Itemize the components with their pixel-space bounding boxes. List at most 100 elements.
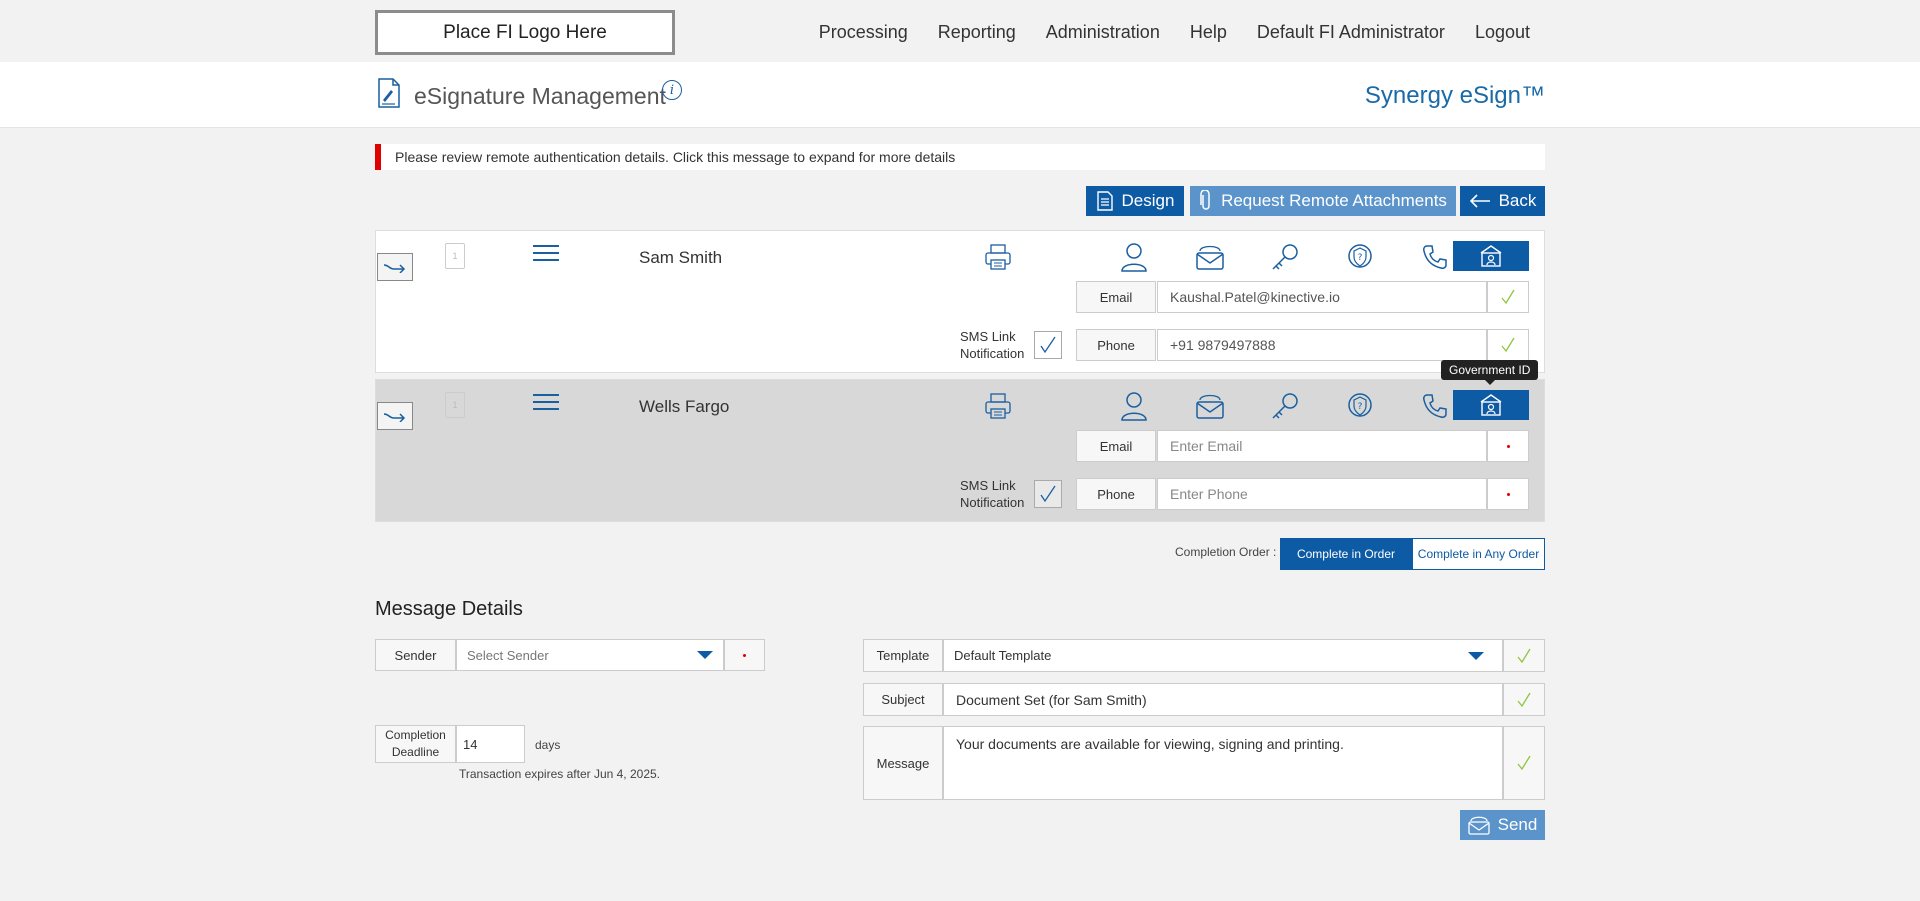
request-remote-attachments-button[interactable]: Request Remote Attachments — [1190, 186, 1456, 216]
template-select[interactable]: Default Template — [943, 639, 1503, 672]
remote-auth-alert[interactable]: Please review remote authentication deta… — [375, 144, 1545, 170]
back-button-label: Back — [1498, 191, 1537, 210]
send-button-label: Send — [1497, 815, 1538, 834]
sender-select-value: Select Sender — [467, 647, 549, 663]
email-label: Email — [1076, 430, 1156, 462]
chevron-down-icon — [697, 651, 713, 659]
envelope-icon[interactable] — [1188, 388, 1232, 424]
document-list-icon — [1096, 191, 1113, 211]
design-button[interactable]: Design — [1086, 186, 1184, 216]
template-label: Template — [863, 639, 943, 672]
email-field[interactable]: Enter Email — [1157, 430, 1487, 462]
deadline-label-line1: Completion — [385, 728, 446, 742]
recipient-card: 1 Wells Fargo ? SMS Link Notification Em… — [375, 379, 1545, 522]
email-label: Email — [1076, 281, 1156, 313]
phone-label: Phone — [1076, 329, 1156, 361]
routing-button[interactable] — [377, 402, 413, 430]
phone-field[interactable]: +91 9879497888 — [1157, 329, 1487, 361]
expiry-note: Transaction expires after Jun 4, 2025. — [459, 767, 660, 781]
sms-label-line2: Notification — [960, 495, 1025, 510]
message-valid-icon — [1503, 726, 1545, 800]
phone-valid-icon — [1487, 329, 1529, 361]
routing-button[interactable] — [377, 253, 413, 281]
page-count-icon: 1 — [445, 243, 465, 269]
template-select-value: Default Template — [954, 648, 1052, 663]
user-icon[interactable] — [1112, 239, 1156, 275]
printer-icon[interactable] — [984, 243, 1012, 271]
back-button[interactable]: Back — [1460, 186, 1545, 216]
template-valid-icon — [1503, 639, 1545, 672]
envelope-icon — [1467, 816, 1490, 835]
government-id-button[interactable] — [1453, 241, 1529, 271]
shield-question-icon[interactable]: ? — [1338, 388, 1382, 424]
complete-any-order-toggle[interactable]: Complete in Any Order — [1412, 538, 1545, 570]
message-label: Message — [863, 726, 943, 800]
sms-notification-checkbox[interactable] — [1034, 480, 1062, 508]
phone-icon[interactable] — [1413, 388, 1457, 424]
nav-user-menu[interactable]: Default FI Administrator — [1257, 22, 1445, 43]
chevron-down-icon — [1468, 651, 1484, 660]
nav-help[interactable]: Help — [1190, 22, 1227, 43]
fi-logo-placeholder: Place FI Logo Here — [375, 10, 675, 55]
completion-order-label: Completion Order : — [1175, 545, 1277, 559]
completion-deadline-input[interactable]: 14 — [456, 725, 525, 763]
sender-select[interactable]: Select Sender — [456, 639, 724, 671]
sms-notification-label: SMS Link Notification — [960, 477, 1024, 511]
nav-reporting[interactable]: Reporting — [938, 22, 1016, 43]
envelope-icon[interactable] — [1188, 239, 1232, 275]
arrow-left-icon — [1469, 194, 1490, 208]
shield-question-icon[interactable]: ? — [1338, 239, 1382, 275]
recipient-name: Wells Fargo — [639, 397, 730, 416]
sms-notification-label: SMS Link Notification — [960, 328, 1024, 362]
header-band — [0, 62, 1920, 128]
sender-required-indicator — [724, 639, 765, 671]
completion-deadline-label: Completion Deadline — [375, 725, 456, 763]
nav-logout[interactable]: Logout — [1475, 22, 1530, 43]
info-icon[interactable]: i — [662, 80, 682, 100]
drag-handle-icon[interactable] — [533, 245, 559, 261]
svg-text:?: ? — [1358, 253, 1363, 263]
subject-label: Subject — [863, 683, 943, 716]
government-id-icon — [1480, 245, 1502, 267]
message-textarea[interactable]: Your documents are available for viewing… — [943, 726, 1503, 800]
sms-label-line1: SMS Link — [960, 478, 1016, 493]
deadline-unit: days — [535, 738, 561, 752]
routing-arrow-icon — [383, 413, 406, 422]
sms-notification-checkbox[interactable] — [1034, 331, 1062, 359]
drag-handle-icon[interactable] — [533, 394, 559, 410]
email-field[interactable]: Kaushal.Patel@kinective.io — [1157, 281, 1487, 313]
top-nav: Processing Reporting Administration Help… — [819, 22, 1530, 43]
page-count-icon: 1 — [445, 392, 465, 418]
design-button-label: Design — [1121, 191, 1175, 210]
government-id-icon — [1480, 394, 1502, 416]
nav-processing[interactable]: Processing — [819, 22, 908, 43]
brand-name: Synergy eSign™ — [1364, 82, 1545, 109]
government-id-tooltip: Government ID — [1441, 360, 1539, 385]
email-required-indicator — [1487, 430, 1529, 462]
key-icon[interactable] — [1263, 239, 1307, 275]
subject-input[interactable]: Document Set (for Sam Smith) — [943, 683, 1503, 716]
email-valid-icon — [1487, 281, 1529, 313]
recipient-card: 1 Sam Smith ? Email Kaushal.Patel@kinect… — [375, 230, 1545, 373]
complete-in-order-toggle[interactable]: Complete in Order — [1280, 538, 1412, 570]
user-icon[interactable] — [1112, 388, 1156, 424]
esignature-document-icon — [378, 78, 400, 108]
sender-label: Sender — [375, 639, 456, 671]
government-id-button[interactable] — [1453, 390, 1529, 420]
recipient-name: Sam Smith — [639, 248, 723, 267]
svg-text:?: ? — [1358, 402, 1363, 412]
sms-label-line2: Notification — [960, 346, 1025, 361]
paperclip-icon — [1200, 190, 1210, 210]
key-icon[interactable] — [1263, 388, 1307, 424]
send-button[interactable]: Send — [1460, 810, 1545, 840]
sms-label-line1: SMS Link — [960, 329, 1016, 344]
subject-valid-icon — [1503, 683, 1545, 716]
page-title: eSignature Management — [414, 83, 666, 109]
request-remote-attachments-label: Request Remote Attachments — [1221, 191, 1447, 210]
nav-administration[interactable]: Administration — [1046, 22, 1160, 43]
phone-icon[interactable] — [1413, 239, 1457, 275]
phone-field[interactable]: Enter Phone — [1157, 478, 1487, 510]
phone-label: Phone — [1076, 478, 1156, 510]
printer-icon[interactable] — [984, 392, 1012, 420]
routing-arrow-icon — [383, 264, 406, 273]
